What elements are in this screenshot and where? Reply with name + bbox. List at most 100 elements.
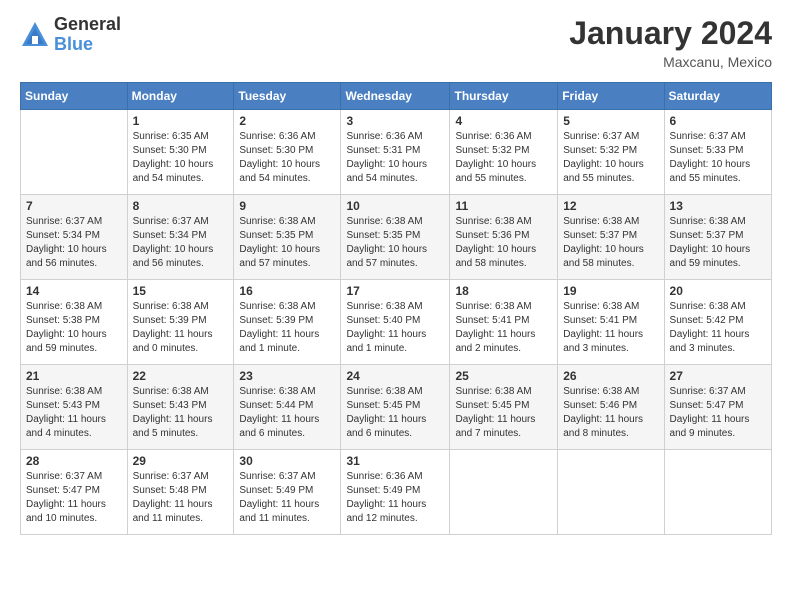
calendar-cell: 3 Sunrise: 6:36 AM Sunset: 5:31 PM Daylig… <box>341 110 450 195</box>
title-section: January 2024 Maxcanu, Mexico <box>569 15 772 70</box>
day-number: 26 <box>563 369 658 383</box>
day-info: Sunrise: 6:38 AM Sunset: 5:46 PM Dayligh… <box>563 385 658 441</box>
day-number: 14 <box>26 284 122 298</box>
header-thursday: Thursday <box>450 83 558 110</box>
weekday-header-row: Sunday Monday Tuesday Wednesday Thursday… <box>21 83 772 110</box>
day-info: Sunrise: 6:38 AM Sunset: 5:39 PM Dayligh… <box>133 300 229 356</box>
day-number: 7 <box>26 199 122 213</box>
day-number: 31 <box>346 454 444 468</box>
day-number: 10 <box>346 199 444 213</box>
day-info: Sunrise: 6:38 AM Sunset: 5:37 PM Dayligh… <box>670 215 766 271</box>
calendar-week-row: 1 Sunrise: 6:35 AM Sunset: 5:30 PM Daylig… <box>21 110 772 195</box>
calendar-cell: 14 Sunrise: 6:38 AM Sunset: 5:38 PM Dayli… <box>21 280 128 365</box>
day-info: Sunrise: 6:38 AM Sunset: 5:39 PM Dayligh… <box>239 300 335 356</box>
day-info: Sunrise: 6:37 AM Sunset: 5:34 PM Dayligh… <box>133 215 229 271</box>
day-number: 15 <box>133 284 229 298</box>
day-number: 1 <box>133 114 229 128</box>
logo-blue-text: Blue <box>54 35 121 55</box>
day-info: Sunrise: 6:37 AM Sunset: 5:33 PM Dayligh… <box>670 130 766 186</box>
day-info: Sunrise: 6:38 AM Sunset: 5:41 PM Dayligh… <box>563 300 658 356</box>
header: General Blue January 2024 Maxcanu, Mexic… <box>20 15 772 70</box>
calendar-cell: 16Sunrise: 6:38 AM Sunset: 5:39 PM Dayli… <box>234 280 341 365</box>
logo-icon <box>20 20 50 50</box>
header-tuesday: Tuesday <box>234 83 341 110</box>
day-info: Sunrise: 6:36 AM Sunset: 5:49 PM Dayligh… <box>346 470 444 526</box>
calendar-cell: 13 Sunrise: 6:38 AM Sunset: 5:37 PM Dayli… <box>664 195 771 280</box>
header-monday: Monday <box>127 83 234 110</box>
calendar-cell: 19 Sunrise: 6:38 AM Sunset: 5:41 PM Dayli… <box>558 280 664 365</box>
calendar-cell: 7 Sunrise: 6:37 AM Sunset: 5:34 PM Daylig… <box>21 195 128 280</box>
day-number: 24 <box>346 369 444 383</box>
day-info: Sunrise: 6:38 AM Sunset: 5:43 PM Dayligh… <box>133 385 229 441</box>
calendar-week-row: 28Sunrise: 6:37 AM Sunset: 5:47 PM Dayli… <box>21 450 772 535</box>
day-info: Sunrise: 6:37 AM Sunset: 5:34 PM Dayligh… <box>26 215 122 271</box>
day-number: 6 <box>670 114 766 128</box>
day-info: Sunrise: 6:37 AM Sunset: 5:32 PM Dayligh… <box>563 130 658 186</box>
calendar-cell: 24 Sunrise: 6:38 AM Sunset: 5:45 PM Dayli… <box>341 365 450 450</box>
calendar-cell <box>450 450 558 535</box>
day-number: 5 <box>563 114 658 128</box>
logo-general-text: General <box>54 15 121 35</box>
day-number: 23 <box>239 369 335 383</box>
calendar-cell: 15 Sunrise: 6:38 AM Sunset: 5:39 PM Dayli… <box>127 280 234 365</box>
calendar-cell <box>21 110 128 195</box>
day-number: 13 <box>670 199 766 213</box>
day-number: 3 <box>346 114 444 128</box>
day-info: Sunrise: 6:36 AM Sunset: 5:31 PM Dayligh… <box>346 130 444 186</box>
calendar-cell: 31 Sunrise: 6:36 AM Sunset: 5:49 PM Dayli… <box>341 450 450 535</box>
day-info: Sunrise: 6:38 AM Sunset: 5:35 PM Dayligh… <box>239 215 335 271</box>
calendar-cell: 12Sunrise: 6:38 AM Sunset: 5:37 PM Dayli… <box>558 195 664 280</box>
calendar-cell: 4 Sunrise: 6:36 AM Sunset: 5:32 PM Daylig… <box>450 110 558 195</box>
calendar-cell: 6 Sunrise: 6:37 AM Sunset: 5:33 PM Daylig… <box>664 110 771 195</box>
day-number: 17 <box>346 284 444 298</box>
day-info: Sunrise: 6:36 AM Sunset: 5:30 PM Dayligh… <box>239 130 335 186</box>
day-info: Sunrise: 6:38 AM Sunset: 5:43 PM Dayligh… <box>26 385 122 441</box>
day-info: Sunrise: 6:38 AM Sunset: 5:45 PM Dayligh… <box>346 385 444 441</box>
calendar-cell: 11Sunrise: 6:38 AM Sunset: 5:36 PM Dayli… <box>450 195 558 280</box>
day-number: 19 <box>563 284 658 298</box>
day-info: Sunrise: 6:38 AM Sunset: 5:44 PM Dayligh… <box>239 385 335 441</box>
day-number: 12 <box>563 199 658 213</box>
page: General Blue January 2024 Maxcanu, Mexic… <box>0 0 792 612</box>
day-info: Sunrise: 6:35 AM Sunset: 5:30 PM Dayligh… <box>133 130 229 186</box>
day-number: 22 <box>133 369 229 383</box>
calendar-cell: 20 Sunrise: 6:38 AM Sunset: 5:42 PM Dayli… <box>664 280 771 365</box>
calendar-cell: 27 Sunrise: 6:37 AM Sunset: 5:47 PM Dayli… <box>664 365 771 450</box>
day-number: 4 <box>455 114 552 128</box>
calendar-cell <box>558 450 664 535</box>
calendar-week-row: 21Sunrise: 6:38 AM Sunset: 5:43 PM Dayli… <box>21 365 772 450</box>
header-sunday: Sunday <box>21 83 128 110</box>
header-wednesday: Wednesday <box>341 83 450 110</box>
day-info: Sunrise: 6:38 AM Sunset: 5:38 PM Dayligh… <box>26 300 122 356</box>
day-info: Sunrise: 6:38 AM Sunset: 5:41 PM Dayligh… <box>455 300 552 356</box>
calendar-cell: 17Sunrise: 6:38 AM Sunset: 5:40 PM Dayli… <box>341 280 450 365</box>
calendar-cell: 8Sunrise: 6:37 AM Sunset: 5:34 PM Daylig… <box>127 195 234 280</box>
calendar-cell: 29 Sunrise: 6:37 AM Sunset: 5:48 PM Dayli… <box>127 450 234 535</box>
calendar-cell: 9Sunrise: 6:38 AM Sunset: 5:35 PM Daylig… <box>234 195 341 280</box>
location-subtitle: Maxcanu, Mexico <box>569 54 772 70</box>
calendar-cell: 1 Sunrise: 6:35 AM Sunset: 5:30 PM Daylig… <box>127 110 234 195</box>
calendar-cell: 28Sunrise: 6:37 AM Sunset: 5:47 PM Dayli… <box>21 450 128 535</box>
day-info: Sunrise: 6:38 AM Sunset: 5:42 PM Dayligh… <box>670 300 766 356</box>
calendar-cell: 18Sunrise: 6:38 AM Sunset: 5:41 PM Dayli… <box>450 280 558 365</box>
calendar-cell: 10 Sunrise: 6:38 AM Sunset: 5:35 PM Dayli… <box>341 195 450 280</box>
day-number: 27 <box>670 369 766 383</box>
day-info: Sunrise: 6:37 AM Sunset: 5:48 PM Dayligh… <box>133 470 229 526</box>
calendar-cell: 30Sunrise: 6:37 AM Sunset: 5:49 PM Dayli… <box>234 450 341 535</box>
day-number: 20 <box>670 284 766 298</box>
day-number: 29 <box>133 454 229 468</box>
day-info: Sunrise: 6:38 AM Sunset: 5:35 PM Dayligh… <box>346 215 444 271</box>
day-number: 28 <box>26 454 122 468</box>
day-info: Sunrise: 6:36 AM Sunset: 5:32 PM Dayligh… <box>455 130 552 186</box>
calendar-cell: 25Sunrise: 6:38 AM Sunset: 5:45 PM Dayli… <box>450 365 558 450</box>
calendar-cell: 22 Sunrise: 6:38 AM Sunset: 5:43 PM Dayli… <box>127 365 234 450</box>
day-number: 11 <box>455 199 552 213</box>
day-number: 2 <box>239 114 335 128</box>
day-number: 30 <box>239 454 335 468</box>
day-info: Sunrise: 6:37 AM Sunset: 5:47 PM Dayligh… <box>670 385 766 441</box>
calendar-table: Sunday Monday Tuesday Wednesday Thursday… <box>20 82 772 535</box>
logo: General Blue <box>20 15 121 55</box>
calendar-cell <box>664 450 771 535</box>
calendar-cell: 26 Sunrise: 6:38 AM Sunset: 5:46 PM Dayli… <box>558 365 664 450</box>
day-number: 25 <box>455 369 552 383</box>
